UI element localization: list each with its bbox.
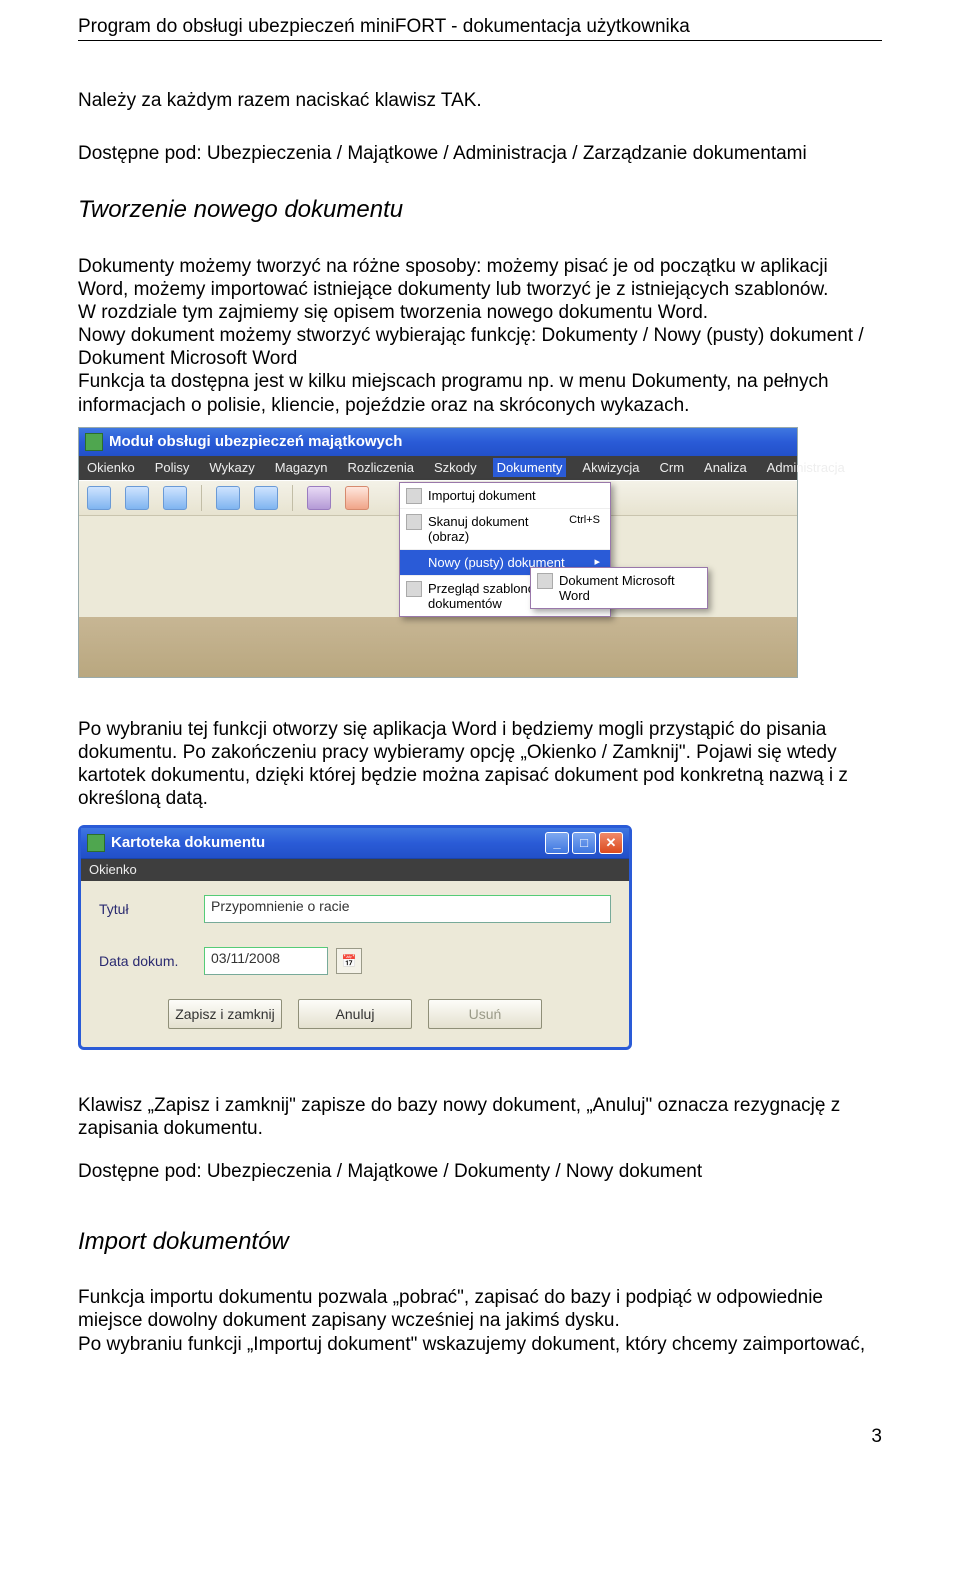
cancel-button[interactable]: Anuluj xyxy=(298,999,412,1029)
screenshot-menu-app: Moduł obsługi ubezpieczeń majątkowych Ok… xyxy=(78,427,798,678)
calendar-button[interactable]: 📅 xyxy=(336,948,362,974)
maximize-button[interactable]: □ xyxy=(572,832,596,854)
window-title: Kartoteka dokumentu xyxy=(111,834,265,851)
menu-crm[interactable]: Crm xyxy=(655,458,688,477)
minimize-button[interactable]: _ xyxy=(545,832,569,854)
menu-bar: Okienko xyxy=(81,859,629,881)
window-title: Moduł obsługi ubezpieczeń majątkowych xyxy=(109,433,402,450)
toolbar-separator xyxy=(292,485,293,511)
dropdown-item-skanuj[interactable]: Skanuj dokument (obraz) Ctrl+S xyxy=(400,508,610,549)
toolbar-icon[interactable] xyxy=(125,486,149,510)
menu-akwizycja[interactable]: Akwizycja xyxy=(578,458,643,477)
toolbar-icon[interactable] xyxy=(307,486,331,510)
app-icon xyxy=(87,834,105,852)
paragraph: Dostępne pod: Ubezpieczenia / Majątkowe … xyxy=(78,142,882,165)
paragraph: Po wybraniu funkcji „Importuj dokument" … xyxy=(78,1333,882,1356)
label-data: Data dokum. xyxy=(99,953,204,969)
paragraph: Należy za każdym razem naciskać klawisz … xyxy=(78,89,882,112)
date-input[interactable]: 03/11/2008 xyxy=(204,947,328,975)
menu-szkody[interactable]: Szkody xyxy=(430,458,481,477)
dropdown-label: Dokument Microsoft Word xyxy=(559,573,697,603)
paragraph: Dostępne pod: Ubezpieczenia / Majątkowe … xyxy=(78,1160,882,1183)
section-heading-tworzenie: Tworzenie nowego dokumentu xyxy=(78,195,882,224)
title-input[interactable]: Przypomnienie o racie xyxy=(204,895,611,923)
dropdown-item-importuj[interactable]: Importuj dokument xyxy=(400,483,610,508)
menu-wykazy[interactable]: Wykazy xyxy=(205,458,258,477)
menu-bar: Okienko Polisy Wykazy Magazyn Rozliczeni… xyxy=(79,456,797,480)
menu-analiza[interactable]: Analiza xyxy=(700,458,751,477)
scan-icon xyxy=(406,514,422,530)
list-icon xyxy=(406,581,422,597)
doc-header: Program do obsługi ubezpieczeń miniFORT … xyxy=(78,16,882,41)
paragraph: Funkcja ta dostępna jest w kilku miejsca… xyxy=(78,370,882,416)
doc-icon xyxy=(406,488,422,504)
menu-dokumenty[interactable]: Dokumenty xyxy=(493,458,567,477)
paragraph: Funkcja importu dokumentu pozwala „pobra… xyxy=(78,1286,882,1332)
menu-administracja[interactable]: Administracja xyxy=(763,458,849,477)
menu-rozliczenia[interactable]: Rozliczenia xyxy=(344,458,418,477)
menu-okienko[interactable]: Okienko xyxy=(89,862,137,877)
calendar-icon: 📅 xyxy=(342,954,357,968)
paragraph: Po wybraniu tej funkcji otworzy się apli… xyxy=(78,718,882,811)
workspace-area xyxy=(79,617,797,677)
toolbar-separator xyxy=(201,485,202,511)
window-title-bar: Kartoteka dokumentu _ □ ✕ xyxy=(81,828,629,859)
toolbar-icon[interactable] xyxy=(87,486,111,510)
screenshot-kartoteka-window: Kartoteka dokumentu _ □ ✕ Okienko Tytuł … xyxy=(78,825,632,1050)
word-icon xyxy=(537,573,553,589)
section-heading-import: Import dokumentów xyxy=(78,1227,882,1256)
menu-polisy[interactable]: Polisy xyxy=(151,458,194,477)
sub-dropdown-item-word[interactable]: Dokument Microsoft Word xyxy=(531,568,707,608)
toolbar-icon[interactable] xyxy=(254,486,278,510)
delete-button[interactable]: Usuń xyxy=(428,999,542,1029)
toolbar-icon[interactable] xyxy=(163,486,187,510)
app-icon xyxy=(85,433,103,451)
close-button[interactable]: ✕ xyxy=(599,832,623,854)
paragraph: Klawisz „Zapisz i zamknij" zapisze do ba… xyxy=(78,1094,882,1140)
paragraph: Dokumenty możemy tworzyć na różne sposob… xyxy=(78,255,882,301)
label-tytul: Tytuł xyxy=(99,901,204,917)
toolbar-icon[interactable] xyxy=(216,486,240,510)
toolbar-icon[interactable] xyxy=(345,486,369,510)
save-close-button[interactable]: Zapisz i zamknij xyxy=(168,999,282,1029)
window-title-bar: Moduł obsługi ubezpieczeń majątkowych xyxy=(79,428,797,456)
paragraph: W rozdziale tym zajmiemy się opisem twor… xyxy=(78,301,882,324)
dropdown-label: Importuj dokument xyxy=(428,488,536,503)
shortcut-text: Ctrl+S xyxy=(569,514,600,544)
menu-magazyn[interactable]: Magazyn xyxy=(271,458,332,477)
dropdown-label: Skanuj dokument (obraz) xyxy=(428,514,569,544)
sub-dropdown: Dokument Microsoft Word xyxy=(530,567,708,609)
menu-okienko[interactable]: Okienko xyxy=(83,458,139,477)
paragraph: Nowy dokument możemy stworzyć wybierając… xyxy=(78,324,882,370)
page-number: 3 xyxy=(78,1426,882,1448)
